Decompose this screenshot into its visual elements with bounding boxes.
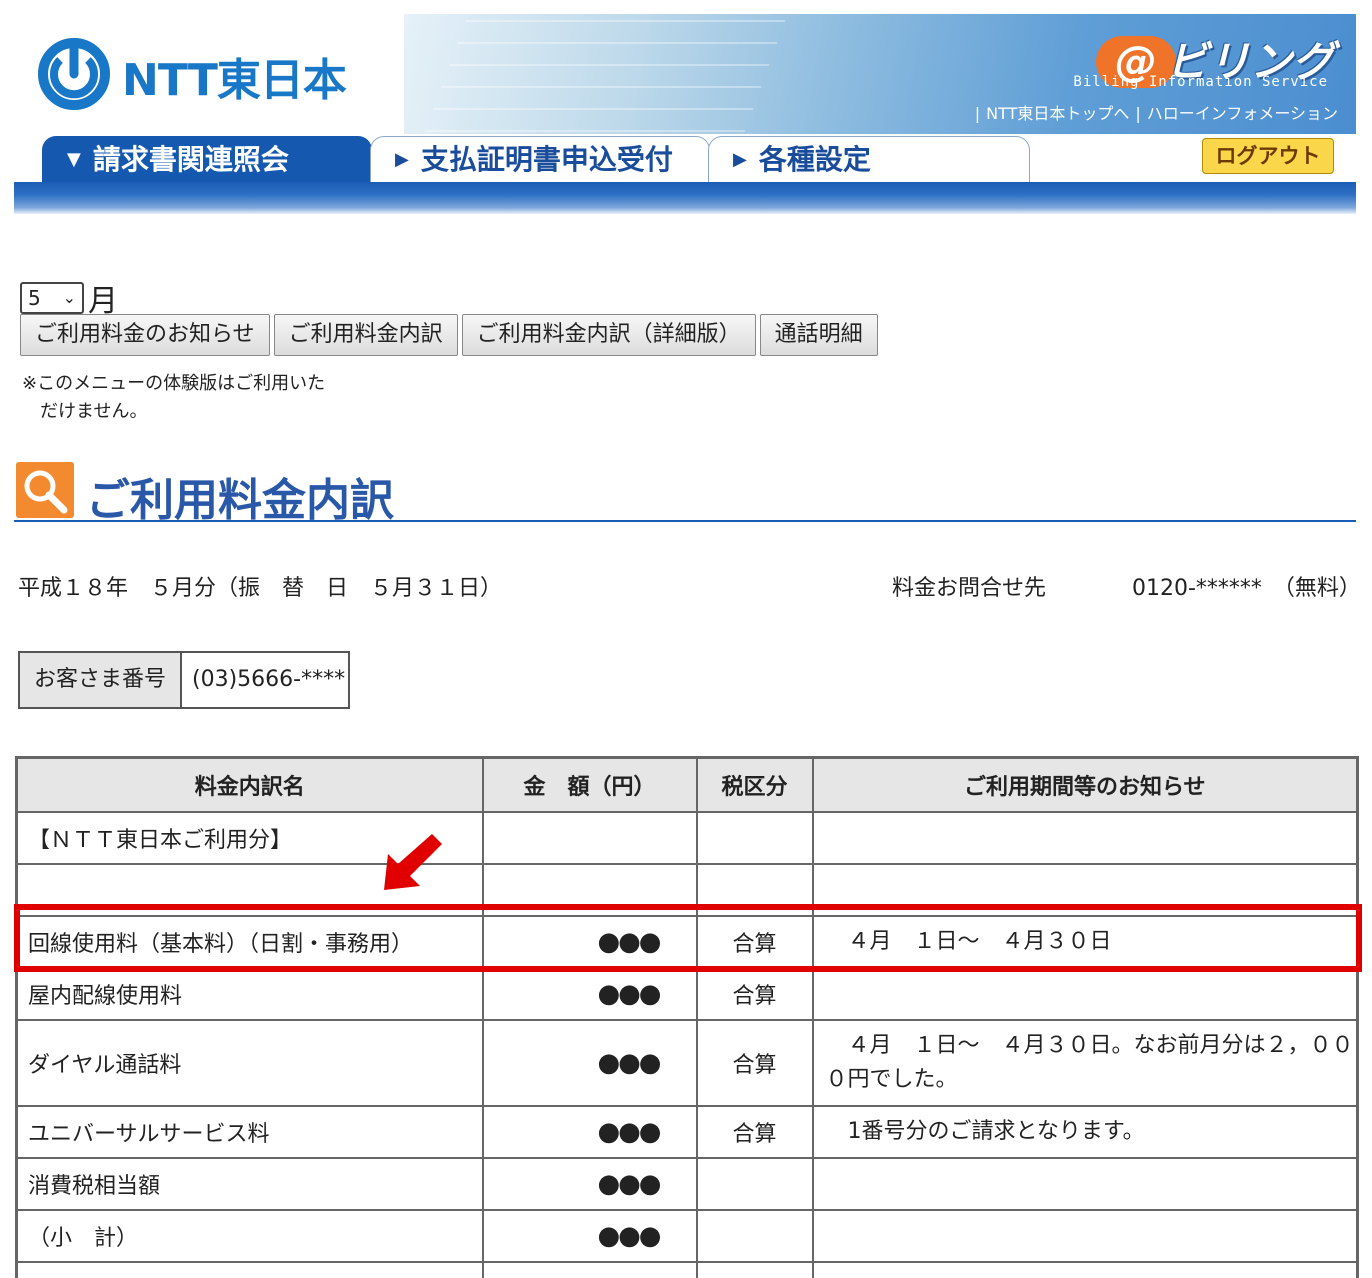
cell-tax: 合算 <box>695 1104 814 1159</box>
table-row: ユニバーサルサービス料 ●●● 合算 1番号分のご請求となります。 <box>15 1104 1359 1159</box>
customer-number-label: お客さま番号 <box>20 653 182 707</box>
column-header: 税区分 <box>695 756 814 813</box>
triangle-right-icon: ▶ <box>733 149 747 170</box>
cell-tax: 合算 <box>695 914 814 969</box>
charge-breakdown-detail-button[interactable]: ご利用料金内訳（詳細版） <box>461 314 756 356</box>
cell-tax <box>695 810 814 865</box>
tab-settings[interactable]: ▶ 各種設定 <box>708 136 1030 184</box>
header-bar <box>14 182 1356 214</box>
cell-tax <box>695 1208 814 1263</box>
cell-name: ユニバーサルサービス料 <box>15 1104 484 1159</box>
cell-amount: ●●● <box>481 966 698 1021</box>
cell-info <box>811 1208 1359 1263</box>
link-ntt-top[interactable]: NTT東日本トップへ <box>986 104 1129 123</box>
tab-payment-certificate[interactable]: ▶ 支払証明書申込受付 <box>370 136 710 184</box>
table-row <box>15 862 1359 917</box>
table-row <box>15 1260 1359 1278</box>
charge-breakdown-button[interactable]: ご利用料金内訳 <box>273 314 458 356</box>
cell-name: 消費税相当額 <box>15 1156 484 1211</box>
column-header: ご利用期間等のお知らせ <box>811 756 1359 813</box>
page-title: ご利用料金内訳 <box>86 475 394 526</box>
cell-tax <box>695 862 814 917</box>
logo-text: NTT東日本 <box>122 55 347 106</box>
cell-info <box>811 810 1359 865</box>
cell-amount: ●●● <box>481 1104 698 1159</box>
banner-graphic <box>416 14 792 134</box>
cell-name: 屋内配線使用料 <box>15 966 484 1021</box>
table-row: 屋内配線使用料 ●●● 合算 <box>15 966 1359 1021</box>
cell-amount: ●●● <box>481 1208 698 1263</box>
charges-table: 料金内訳名 金 額（円） 税区分 ご利用期間等のお知らせ 【ＮＴＴ東日本ご利用分… <box>15 756 1359 1278</box>
chevron-down-icon: ⌄ <box>62 288 76 307</box>
cell-tax <box>695 1156 814 1211</box>
customer-number: お客さま番号 (03)5666-**** <box>18 651 350 709</box>
cell-name: （小 計） <box>15 1208 484 1263</box>
table-row: 消費税相当額 ●●● <box>15 1156 1359 1211</box>
cell-tax: 合算 <box>695 966 814 1021</box>
month-selector: 5 ⌄ 月 <box>20 276 118 319</box>
contact-label: 料金お問合せ先 <box>892 576 1047 601</box>
link-hello-information[interactable]: ハローインフォメーション <box>1147 104 1338 123</box>
magnifier-icon <box>16 462 74 518</box>
table-header: 料金内訳名 金 額（円） 税区分 ご利用期間等のお知らせ <box>15 756 1359 813</box>
customer-number-value: (03)5666-**** <box>192 667 346 692</box>
billing-period: 平成１８年 ５月分（振 替 日 ５月３１日） <box>18 576 503 601</box>
menu-buttons: ご利用料金のお知らせ ご利用料金内訳 ご利用料金内訳（詳細版） 通話明細 <box>20 314 882 356</box>
triangle-right-icon: ▶ <box>395 149 409 170</box>
cell-info: ４月 １日～ ４月３０日。なお前月分は２，０００円でした。 <box>811 1018 1359 1107</box>
cell-name: 回線使用料（基本料）（日割・事務用） <box>15 914 484 969</box>
cell-info <box>811 862 1359 917</box>
column-header: 金 額（円） <box>481 756 698 813</box>
trial-note: ※このメニューの体験版はご利用いた だけません。 <box>22 373 326 422</box>
call-details-button[interactable]: 通話明細 <box>759 314 878 356</box>
top-links: | NTT東日本トップへ | ハローインフォメーション <box>974 104 1338 123</box>
cell-tax: 合算 <box>695 1018 814 1107</box>
cell-info <box>811 966 1359 1021</box>
cell-amount: ●●● <box>481 914 698 969</box>
cell-info: ４月 １日～ ４月３０日 <box>811 914 1359 969</box>
header: NTT東日本 @ ビリング Billing Information Service… <box>14 14 1356 214</box>
page-title-row: ご利用料金内訳 <box>14 460 1356 526</box>
triangle-down-icon: ▼ <box>67 149 81 170</box>
cell-amount <box>481 862 698 917</box>
cell-info: 1番号分のご請求となります。 <box>811 1104 1359 1159</box>
logo[interactable]: NTT東日本 <box>14 14 404 134</box>
tab-billing-inquiry[interactable]: ▼ 請求書関連照会 <box>42 136 372 184</box>
banner: @ ビリング Billing Information Service | NTT東日… <box>404 14 1356 134</box>
table-row: ダイヤル通話料 ●●● 合算 ４月 １日～ ４月３０日。なお前月分は２，０００円… <box>15 1018 1359 1107</box>
table-row: 【ＮＴＴ東日本ご利用分】 <box>15 810 1359 865</box>
tab-bar: ▼ 請求書関連照会 ▶ 支払証明書申込受付 ▶ 各種設定 ログアウト <box>14 134 1356 184</box>
cell-info <box>811 1156 1359 1211</box>
column-header: 料金内訳名 <box>15 756 484 813</box>
month-select[interactable]: 5 ⌄ <box>20 282 84 314</box>
cell-amount: ●●● <box>481 1018 698 1107</box>
ntt-logo-icon <box>38 38 110 110</box>
red-arrow-icon <box>384 834 442 890</box>
cell-name: ダイヤル通話料 <box>15 1018 484 1107</box>
cell-amount <box>481 810 698 865</box>
billing-notice-button[interactable]: ご利用料金のお知らせ <box>20 314 270 356</box>
table-row-highlighted: 回線使用料（基本料）（日割・事務用） ●●● 合算 ４月 １日～ ４月３０日 <box>15 914 1359 969</box>
table-row: （小 計） ●●● <box>15 1208 1359 1263</box>
cell-amount: ●●● <box>481 1156 698 1211</box>
brand-subtitle: Billing Information Service <box>1073 74 1328 90</box>
logout-button[interactable]: ログアウト <box>1202 138 1334 174</box>
contact-number: 0120-****** （無料） <box>1132 576 1361 601</box>
